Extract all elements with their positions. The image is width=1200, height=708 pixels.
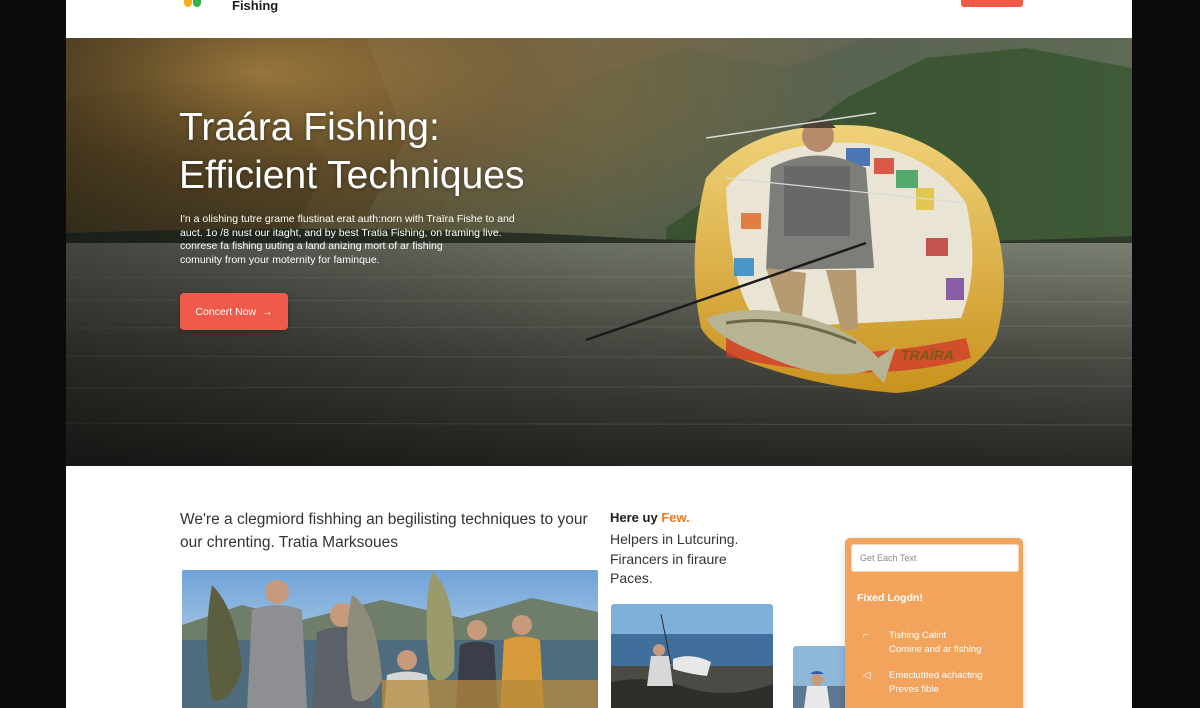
logo[interactable] — [184, 0, 206, 10]
card-title: Fixed Logdn! — [857, 592, 923, 604]
hero-description-line-4: comunity from your moternity for faminqu… — [180, 253, 380, 266]
hero-title-line-1: Traára Fishing: — [179, 106, 440, 149]
features-heading-prefix: Here uy — [610, 510, 662, 525]
hero-description-line-2: auct. 1o /8 nust our itaght, and by best… — [180, 226, 502, 239]
logo-leaf-yellow — [184, 0, 192, 7]
hero-cta-button[interactable]: Concert Now → — [180, 293, 288, 330]
shore-photo-illustration — [611, 604, 773, 708]
features-line-2: Firancers in firaure — [610, 550, 727, 567]
hero-description-line-1: I'n a olishing tutre grame flustinat era… — [180, 213, 515, 225]
intro-text: We're a clegmiord fishhing an begilistin… — [180, 508, 600, 554]
hero-section: TRAÏRA Traára Fishing: Efficient Techniq… — [66, 38, 1132, 466]
features-heading-accent: Few. — [661, 510, 690, 525]
shore-fishing-photo — [611, 604, 773, 708]
group-fishing-photo — [182, 570, 598, 708]
card-feature-2-line-1: Emecluttted achacting — [889, 670, 983, 681]
page: Fishing TRAÏRA Traára Fishing: Efficient… — [66, 0, 1132, 708]
logo-leaf-green — [193, 0, 201, 7]
hero-description: I'n a olishing tutre grame flustinat era… — [180, 213, 540, 267]
boat-name-label: TRAÏRA — [901, 347, 954, 363]
frame-left — [0, 0, 66, 708]
hero-description-line-3: conrese fa fishing uuting a land anizing… — [180, 240, 443, 252]
intro-line-1: We're a clegmiord fishhing an begilistin… — [180, 511, 588, 528]
card-feature-1-line-2: Comine and ar fishing — [889, 643, 982, 655]
hero-title: Traára Fishing: Efficient Techniques — [179, 104, 599, 200]
angler-portrait-photo — [793, 646, 847, 708]
features-text: Helpers in Lutcuring. Firancers in firau… — [610, 530, 738, 589]
card-feature-1-line-1: Tishing Calint — [889, 630, 947, 641]
brand-name[interactable]: Fishing — [232, 0, 278, 13]
card-feature-text: Emecluttted achacting Preves fible — [889, 669, 982, 696]
intro-line-2: our chrenting. Tratia Marksoues — [180, 534, 398, 551]
features-line-1: Helpers in Lutcuring. — [610, 531, 739, 547]
hero-title-line-2: Efficient Techniques — [179, 154, 525, 197]
fish-icon: ◁ — [863, 670, 871, 681]
features-line-3: Paces. — [610, 570, 653, 586]
text-input[interactable] — [851, 544, 1019, 572]
group-photo-illustration — [182, 570, 598, 708]
header-cta-button[interactable] — [961, 0, 1023, 7]
fishing-rod-icon: ⌐ — [863, 630, 869, 641]
portrait-photo-illustration — [793, 646, 847, 708]
signup-card: Fixed Logdn! ⌐ Tishing Calint Comine and… — [845, 538, 1023, 708]
card-feature-2-line-2: Preves fible — [889, 683, 939, 695]
features-heading: Here uy Few. — [610, 510, 690, 525]
hero-cta-label: Concert Now — [195, 305, 257, 318]
card-feature-text: Tishing Calint Comine and ar fishing — [889, 629, 981, 656]
frame-right — [1132, 0, 1200, 708]
site-header: Fishing — [66, 0, 1132, 38]
arrow-right-icon: → — [262, 305, 273, 318]
